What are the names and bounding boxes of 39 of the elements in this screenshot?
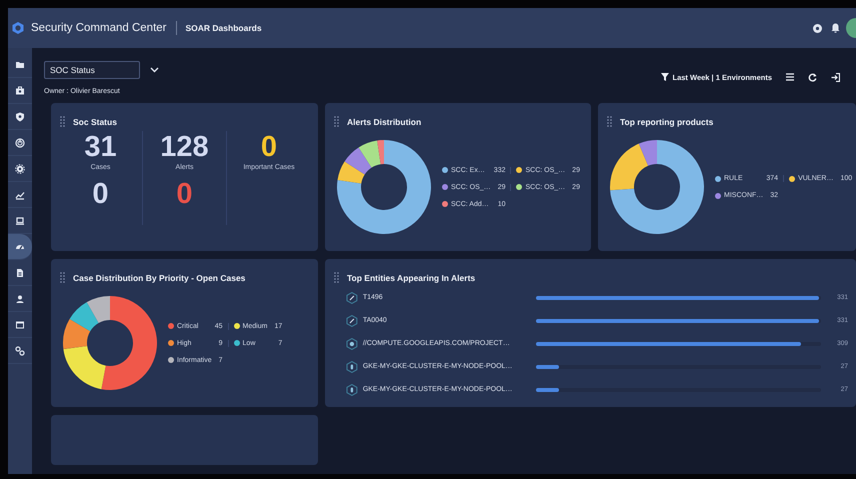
metric-value: 31 bbox=[84, 131, 117, 163]
metric-value: 128 bbox=[160, 131, 209, 163]
widget-title: Top Entities Appearing In Alerts bbox=[347, 272, 476, 282]
dashboard-select[interactable]: SOC Status bbox=[44, 61, 140, 79]
pill-icon bbox=[346, 384, 358, 396]
widget-title: Case Distribution By Priority - Open Cases bbox=[73, 272, 246, 282]
drag-handle-icon[interactable] bbox=[60, 272, 65, 283]
pen-icon bbox=[346, 292, 358, 304]
metric-value: 0 bbox=[176, 178, 193, 210]
pen-icon bbox=[346, 314, 358, 326]
drag-handle-icon[interactable] bbox=[607, 116, 612, 127]
pill-icon bbox=[346, 360, 358, 372]
bell-icon[interactable] bbox=[831, 23, 840, 33]
person-icon bbox=[15, 294, 25, 304]
briefcase-icon bbox=[15, 86, 25, 96]
widget-title: Soc Status bbox=[73, 116, 117, 126]
drag-handle-icon[interactable] bbox=[334, 116, 339, 127]
list-icon[interactable] bbox=[786, 73, 794, 81]
gear-icon bbox=[15, 164, 25, 174]
widget-title: Top reporting products bbox=[620, 116, 714, 126]
shield-icon bbox=[15, 112, 25, 122]
refresh-icon[interactable] bbox=[808, 72, 817, 82]
product-title: Security Command Center bbox=[31, 22, 166, 34]
widget-title: Alerts Distribution bbox=[347, 116, 422, 126]
section-title[interactable]: SOAR Dashboards bbox=[186, 23, 262, 33]
chevron-down-icon[interactable] bbox=[150, 67, 159, 73]
exit-icon[interactable] bbox=[831, 72, 840, 82]
document-icon bbox=[15, 268, 25, 278]
sidebar-item[interactable] bbox=[8, 234, 32, 260]
drag-handle-icon[interactable] bbox=[60, 116, 65, 127]
drag-handle-icon[interactable] bbox=[334, 272, 339, 283]
laptop-icon bbox=[15, 216, 25, 226]
metric-value: 0 bbox=[260, 131, 278, 163]
gears-icon bbox=[15, 346, 25, 356]
chart-icon bbox=[15, 190, 25, 200]
folder-icon bbox=[15, 60, 25, 70]
window-icon bbox=[15, 320, 25, 330]
metric-value: 0 bbox=[92, 178, 109, 210]
filter-icon bbox=[660, 73, 668, 81]
